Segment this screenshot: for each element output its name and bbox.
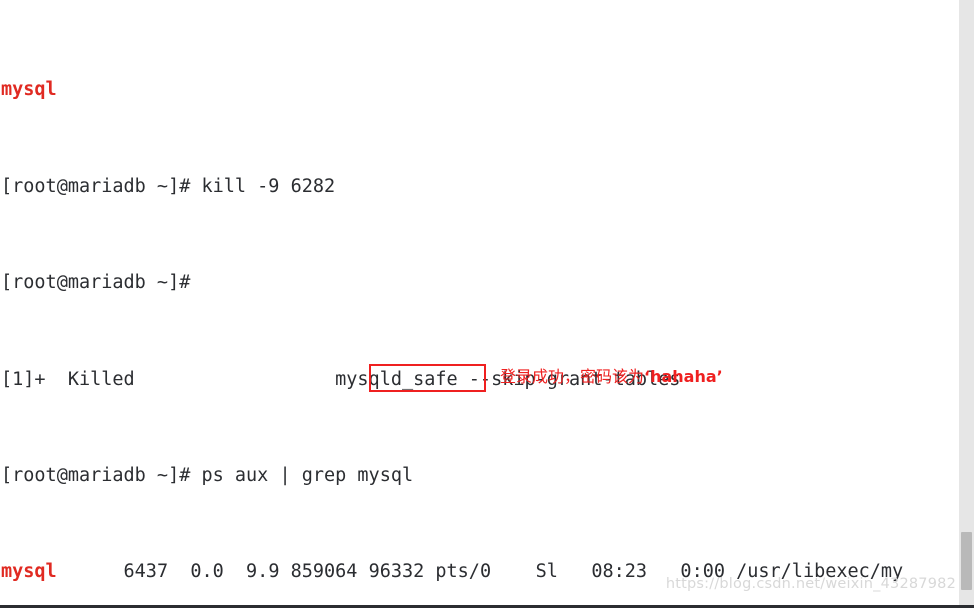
terminal-window[interactable]: mysql [root@mariadb ~]# kill -9 6282 [ro… xyxy=(0,0,974,608)
annotation-text: 登录成功，密码该为 xyxy=(500,367,645,386)
vertical-scrollbar[interactable] xyxy=(959,0,974,608)
csdn-watermark: https://blog.csdn.net/weixin_43287982 xyxy=(665,575,956,592)
scrollbar-thumb[interactable] xyxy=(961,532,972,590)
terminal-line-empty-prompt: [root@mariadb ~]# xyxy=(1,272,191,294)
terminal-line-job-killed: [1]+ Killed mysqld_safe --skip-grant-tab… xyxy=(1,368,681,390)
grep-highlight-mysql: mysql xyxy=(1,79,57,101)
terminal-line-ps-aux-first: [root@mariadb ~]# ps aux | grep mysql xyxy=(1,464,414,486)
terminal-line-kill-6282: [root@mariadb ~]# kill -9 6282 xyxy=(1,175,336,197)
terminal-line-clipped-top: mysql xyxy=(0,78,974,102)
annotation-password: ‘hahaha’ xyxy=(644,367,723,386)
annotation-login-success: 登录成功，密码该为‘hahaha’ xyxy=(500,367,723,387)
terminal-output: mysql [root@mariadb ~]# kill -9 6282 [ro… xyxy=(0,0,974,608)
grep-highlight-mysql: mysql xyxy=(1,561,57,583)
